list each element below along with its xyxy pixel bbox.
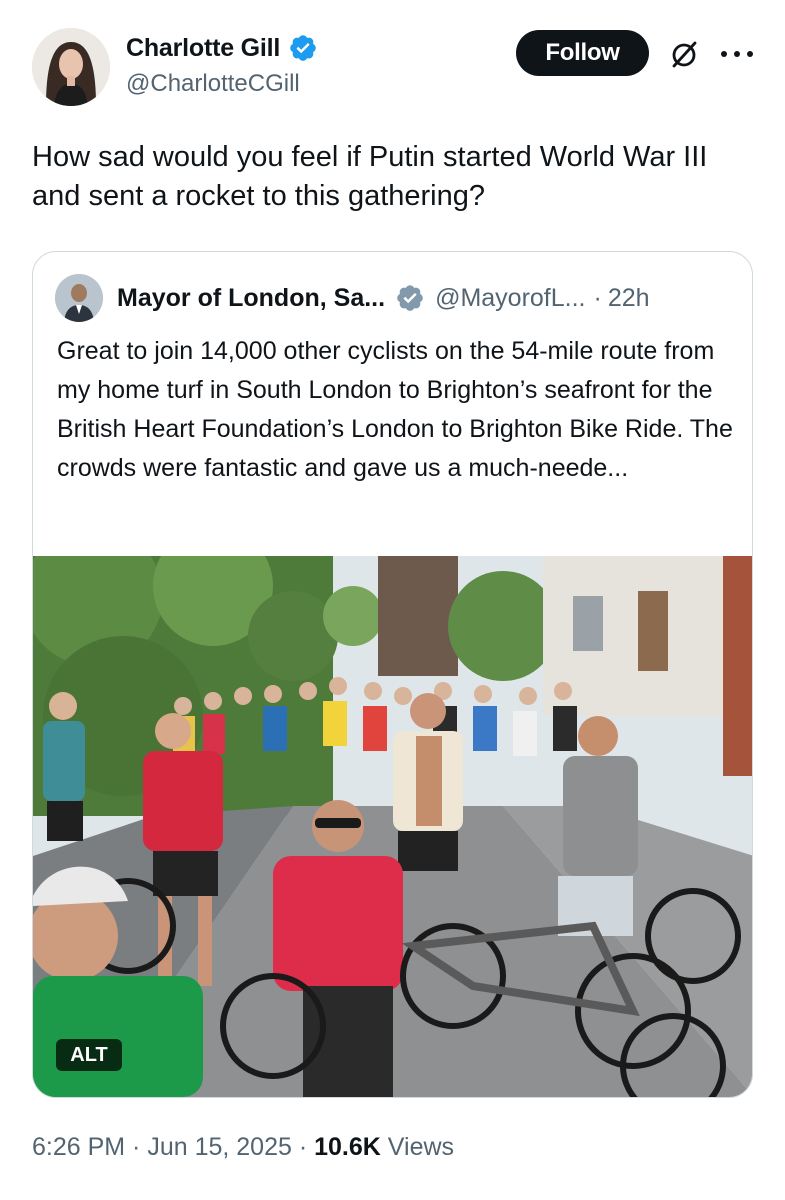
quoted-separator: · <box>593 283 602 312</box>
tweet-text: How sad would you feel if Putin started … <box>32 141 708 212</box>
quoted-author-avatar[interactable] <box>55 274 103 322</box>
grok-icon[interactable] <box>668 39 700 71</box>
tweet-date[interactable]: Jun 15, 2025 <box>147 1133 292 1161</box>
author-avatar[interactable] <box>32 28 110 106</box>
gray-verified-badge-icon[interactable] <box>395 283 425 313</box>
follow-button[interactable]: Follow <box>516 30 649 76</box>
more-dot <box>747 51 753 57</box>
quoted-timestamp[interactable]: 22h <box>608 284 650 313</box>
more-icon[interactable] <box>721 40 753 68</box>
quoted-tweet[interactable]: Mayor of London, Sa... @MayorofL... · 22… <box>32 251 753 1098</box>
quoted-author-name[interactable]: Mayor of London, Sa... <box>117 284 385 313</box>
tweet-header: Charlotte Gill @CharlotteCGill Follow <box>32 28 757 108</box>
more-dot <box>734 51 740 57</box>
quoted-tweet-photo[interactable]: ALT <box>33 556 752 1097</box>
more-dot <box>721 51 727 57</box>
alt-badge[interactable]: ALT <box>56 1039 122 1071</box>
quoted-tweet-text: Great to join 14,000 other cyclists on t… <box>57 337 733 482</box>
author-avatar-image <box>32 28 110 106</box>
cyclists-photo-illustration <box>33 556 752 1097</box>
quoted-author-handle[interactable]: @MayorofL... <box>435 284 585 313</box>
verified-badge-icon[interactable] <box>288 33 318 63</box>
meta-separator: · <box>125 1133 148 1161</box>
quoted-author-avatar-image <box>55 274 103 322</box>
author-display-name[interactable]: Charlotte Gill <box>126 34 280 63</box>
quoted-tweet-header: Mayor of London, Sa... @MayorofL... · 22… <box>55 274 735 322</box>
author-names: Charlotte Gill @CharlotteCGill <box>126 32 318 98</box>
author-handle[interactable]: @CharlotteCGill <box>126 70 318 98</box>
views-label: Views <box>380 1133 455 1161</box>
tweet-meta: 6:26 PM · Jun 15, 2025 · 10.6K Views <box>32 1133 454 1162</box>
meta-separator: · <box>291 1133 315 1161</box>
views-count: 10.6K <box>314 1133 381 1161</box>
tweet-time[interactable]: 6:26 PM <box>32 1133 125 1161</box>
